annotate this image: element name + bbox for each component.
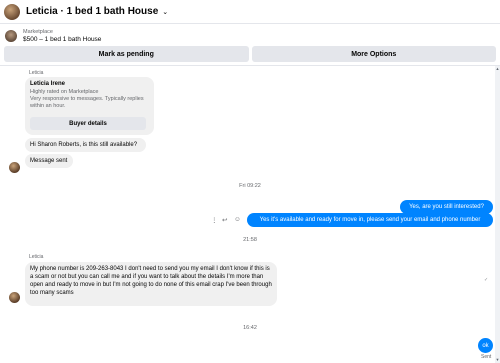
scroll-down-icon[interactable]: ▼ <box>495 357 500 363</box>
more-options-button[interactable]: More Options <box>251 46 496 62</box>
sent-status: Sent <box>481 354 492 360</box>
listing-thumbnail <box>5 30 17 42</box>
listing-category: Marketplace <box>23 29 53 35</box>
listing-info[interactable]: Marketplace $500 – 1 bed 1 bath House <box>0 26 500 46</box>
buyer-rating-line: Highly rated on Marketplace Very respons… <box>30 89 144 109</box>
reply-icon[interactable]: ↩ <box>222 216 227 224</box>
read-receipt-icon: ✓ <box>484 277 489 283</box>
timestamp: Fri 09:22 <box>239 183 261 189</box>
conversation-header: Leticia · 1 bed 1 bath House ⌄ <box>0 0 500 24</box>
listing-name: $500 – 1 bed 1 bath House <box>23 36 102 43</box>
message-text: My phone number is 209-263-8043 I don't … <box>30 266 272 296</box>
scrollbar[interactable] <box>495 66 500 363</box>
timestamp: 21:58 <box>243 237 257 243</box>
outgoing-message-bubble[interactable]: Yes, are you still interested? <box>400 200 493 214</box>
message-thread: Leticia Leticia Irene Highly rated on Ma… <box>0 66 500 363</box>
avatar[interactable] <box>9 292 20 303</box>
conversation-title[interactable]: Leticia · 1 bed 1 bath House <box>26 6 158 17</box>
message-text: Hi Sharon Roberts, is this still availab… <box>30 142 138 148</box>
message-text: Yes, are you still interested? <box>409 204 484 210</box>
react-icon[interactable]: ☺ <box>234 216 241 223</box>
sender-name: Leticia <box>29 70 44 76</box>
chevron-down-icon[interactable]: ⌄ <box>162 8 168 16</box>
buyer-profile-card: Leticia Irene Highly rated on Marketplac… <box>25 77 154 135</box>
timestamp: 16:42 <box>243 325 257 331</box>
buyer-name: Leticia Irene <box>30 81 66 87</box>
message-bubble[interactable]: Hi Sharon Roberts, is this still availab… <box>25 138 146 152</box>
outgoing-message-bubble[interactable]: Yes it's available and ready for move in… <box>247 213 493 227</box>
message-text: Message sent <box>30 158 68 164</box>
scroll-up-icon[interactable]: ▲ <box>495 66 500 72</box>
listing-actions: Mark as pending More Options <box>4 46 496 62</box>
avatar[interactable] <box>4 3 20 20</box>
avatar[interactable] <box>9 162 20 173</box>
more-icon[interactable]: ⋮ <box>211 216 218 224</box>
sender-name: Leticia <box>29 254 44 260</box>
buyer-details-button[interactable]: Buyer details <box>30 117 146 130</box>
message-bubble[interactable]: Message sent <box>25 154 73 168</box>
message-text: Yes it's available and ready for move in… <box>259 217 481 223</box>
message-bubble[interactable]: My phone number is 209-263-8043 I don't … <box>25 262 277 306</box>
buyer-rating-text: Highly rated on Marketplace Very respons… <box>30 89 150 110</box>
outgoing-message-bubble[interactable]: ok <box>478 338 493 353</box>
message-text: ok <box>482 342 489 349</box>
mark-as-pending-button[interactable]: Mark as pending <box>4 46 249 62</box>
